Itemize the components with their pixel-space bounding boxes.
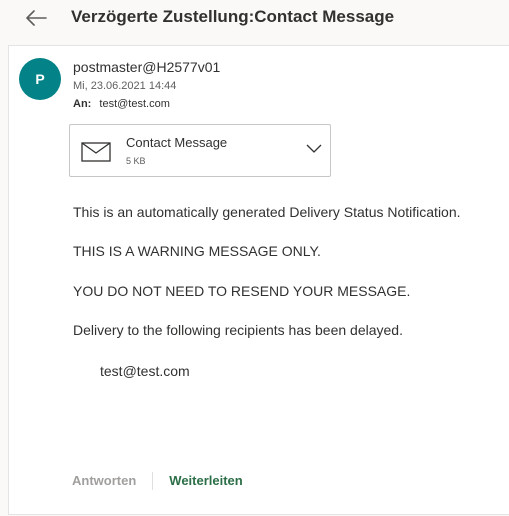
message-card xyxy=(8,45,509,515)
sender-name[interactable]: postmaster@H2577v01 xyxy=(73,59,220,75)
body-line-1: This is an automatically generated Deliv… xyxy=(73,204,461,220)
recipient-row: An: test@test.com xyxy=(73,98,170,110)
body-line-2: THIS IS A WARNING MESSAGE ONLY. xyxy=(73,243,321,259)
arrow-left-icon xyxy=(26,10,47,26)
attachment-card[interactable]: Contact Message 5 KB xyxy=(69,124,331,177)
attachment-size: 5 KB xyxy=(126,156,146,166)
back-button[interactable] xyxy=(22,6,50,30)
reading-pane-header: Verzögerte Zustellung:Contact Message xyxy=(0,0,509,36)
body-line-4: Delivery to the following recipients has… xyxy=(73,322,403,338)
message-actions: Antworten Weiterleiten xyxy=(72,471,243,490)
avatar[interactable]: P xyxy=(19,58,61,100)
to-label: An: xyxy=(73,98,92,110)
envelope-icon xyxy=(81,142,111,162)
body-line-3: YOU DO NOT NEED TO RESEND YOUR MESSAGE. xyxy=(73,283,411,299)
attachment-name: Contact Message xyxy=(126,135,228,150)
message-date: Mi, 23.06.2021 14:44 xyxy=(73,80,177,92)
delayed-recipient: test@test.com xyxy=(100,363,190,379)
reply-button[interactable]: Antworten xyxy=(72,473,136,488)
action-divider xyxy=(152,471,154,490)
to-recipient[interactable]: test@test.com xyxy=(99,98,169,110)
message-subject: Verzögerte Zustellung:Contact Message xyxy=(71,7,395,26)
forward-button[interactable]: Weiterleiten xyxy=(169,473,242,488)
chevron-down-icon[interactable] xyxy=(306,144,322,154)
